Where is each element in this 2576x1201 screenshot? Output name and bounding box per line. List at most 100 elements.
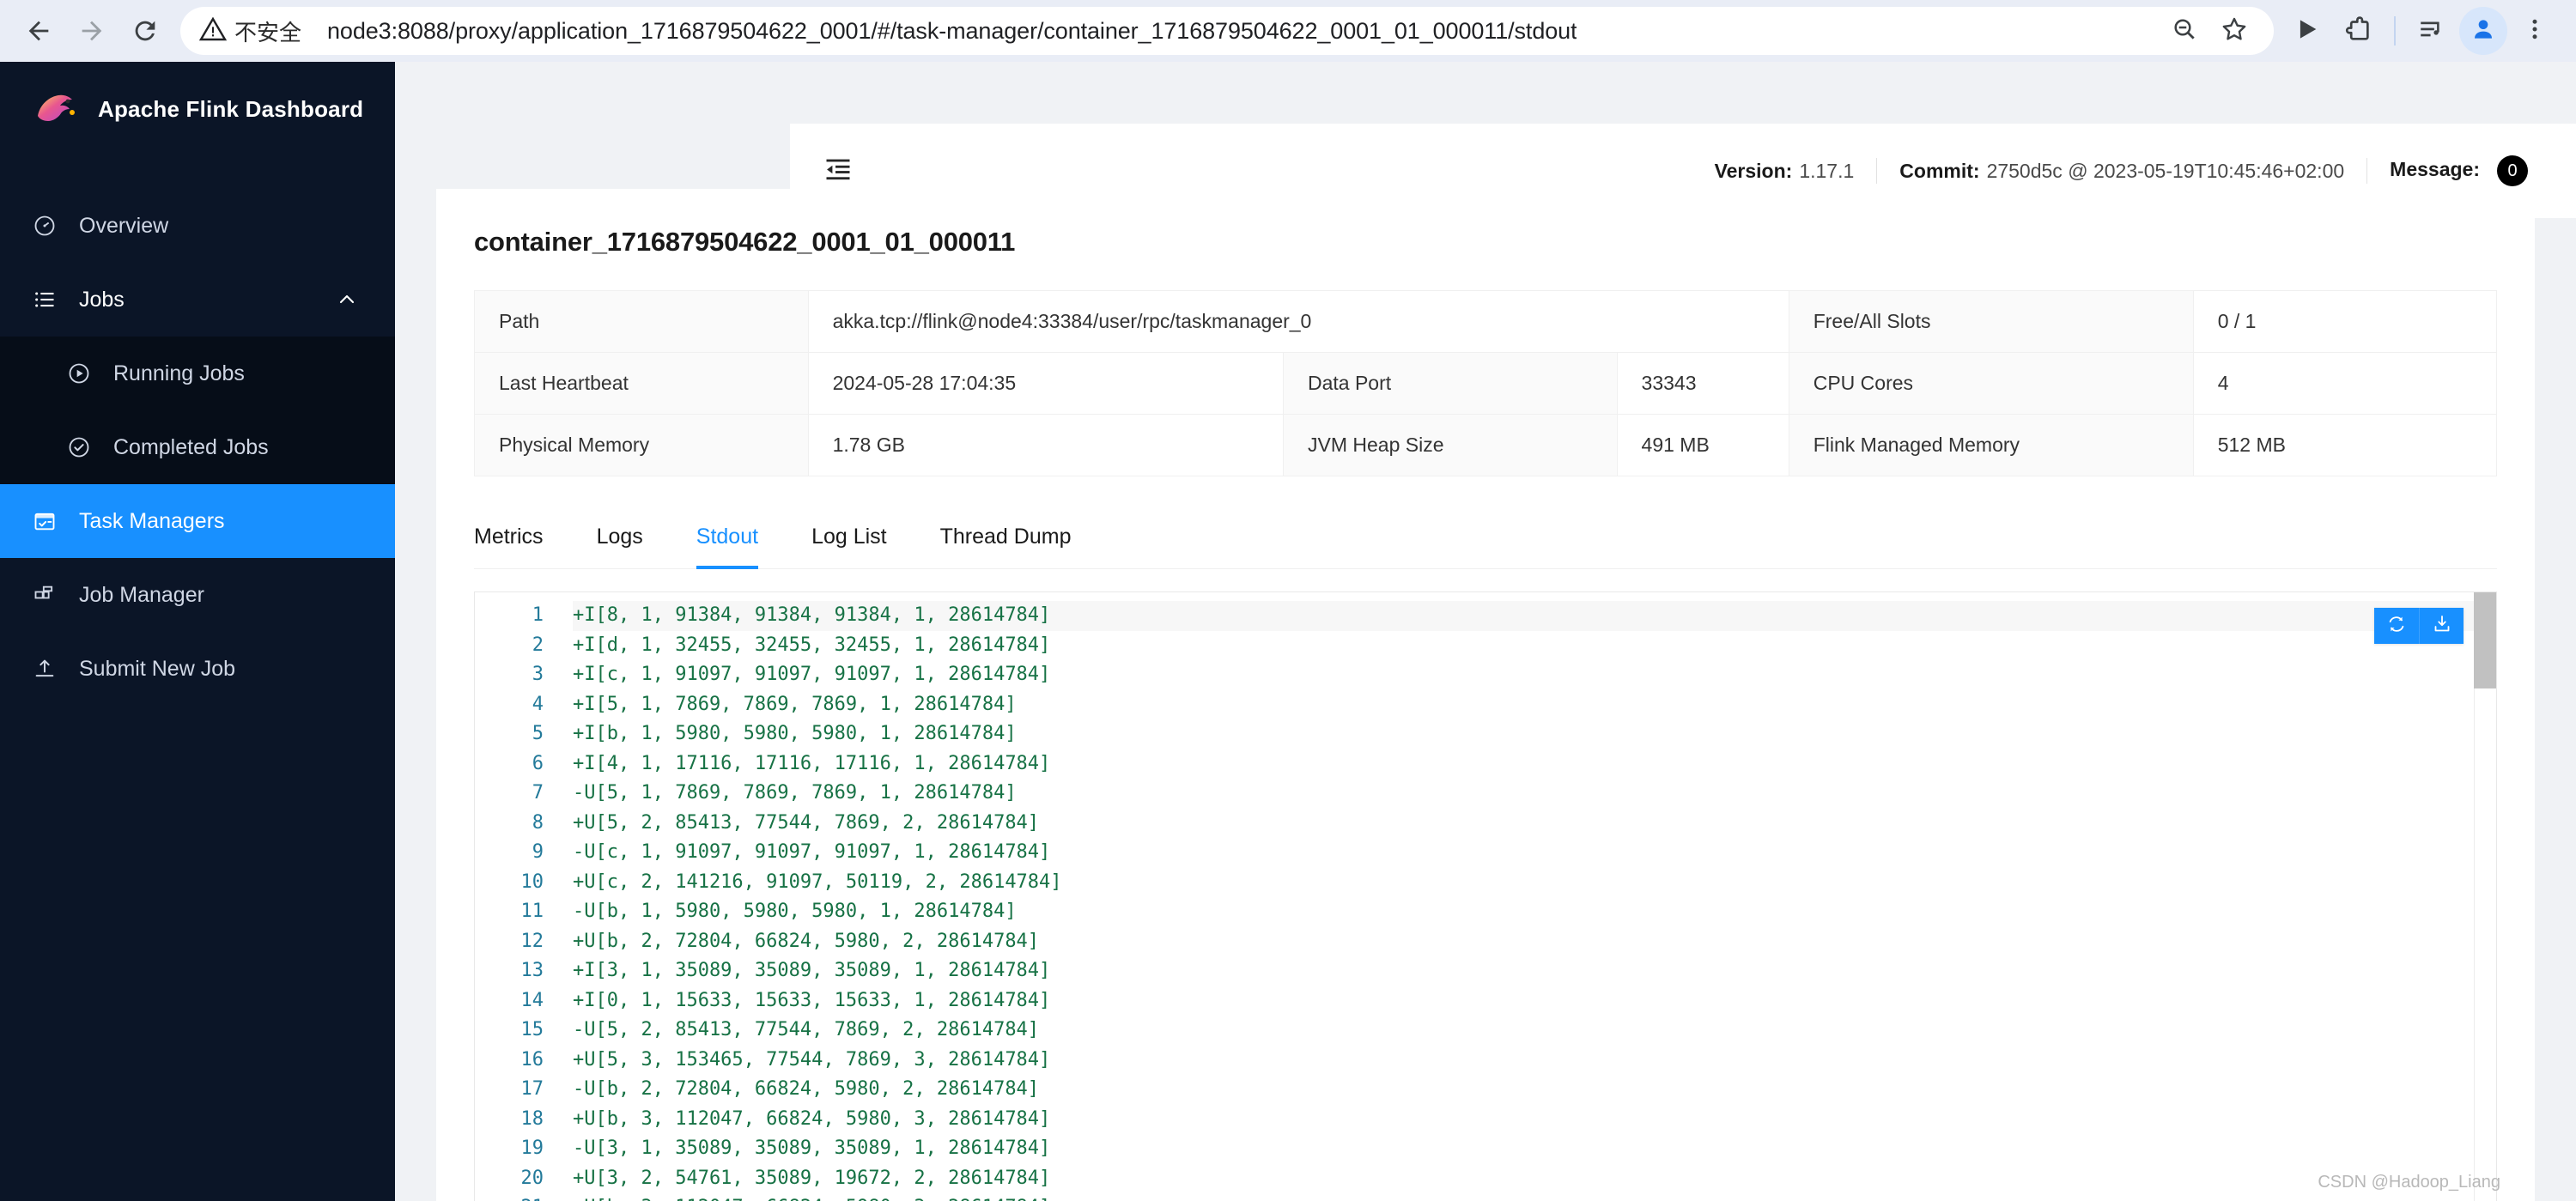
tab-log-list[interactable]: Log List <box>811 506 887 568</box>
log-line: -U[b, 1, 5980, 5980, 5980, 1, 28614784] <box>573 901 1017 922</box>
line-number: 20 <box>520 1167 544 1189</box>
info-value: 2024-05-28 17:04:35 <box>807 352 1284 415</box>
tab-logs[interactable]: Logs <box>597 506 643 568</box>
zoom-out-icon <box>2171 15 2198 47</box>
log-scrollbar[interactable] <box>2474 592 2496 1201</box>
main-content: Version: 1.17.1 Commit: 2750d5c @ 2023-0… <box>395 62 2576 1201</box>
sidebar-item-running-jobs[interactable]: Running Jobs <box>0 337 395 410</box>
tab-thread-dump[interactable]: Thread Dump <box>940 506 1072 568</box>
brand[interactable]: Apache Flink Dashboard <box>0 62 395 156</box>
line-number: 5 <box>532 723 544 744</box>
info-key: Free/All Slots <box>1788 290 2194 353</box>
line-number: 17 <box>520 1078 544 1100</box>
log-line: -U[b, 3, 112047, 66824, 5980, 3, 2861478… <box>573 1193 2496 1201</box>
security-indicator[interactable]: 不安全 <box>198 15 308 47</box>
jobs-submenu: Running Jobs Completed Jobs <box>0 337 395 484</box>
message-label: Message: <box>2390 157 2480 180</box>
line-number: 14 <box>520 989 544 1011</box>
flink-logo-icon <box>33 90 81 128</box>
play-button[interactable] <box>2282 7 2330 55</box>
security-label: 不安全 <box>234 19 302 45</box>
browser-toolbar: 不安全 node3:8088/proxy/application_1716879… <box>0 0 2576 62</box>
zoom-out-button[interactable] <box>2162 9 2207 53</box>
chrome-menu-button[interactable] <box>2511 7 2559 55</box>
info-value: 33343 <box>1616 352 1789 415</box>
line-number: 4 <box>532 693 544 715</box>
sidebar-item-label: Overview <box>79 213 169 238</box>
log-line: +I[4, 1, 17116, 17116, 17116, 1, 2861478… <box>573 752 1051 774</box>
profile-button[interactable] <box>2459 7 2507 55</box>
log-line: +U[5, 2, 85413, 77544, 7869, 2, 28614784… <box>573 811 1040 834</box>
forward-button[interactable] <box>65 4 118 58</box>
line-number: 18 <box>520 1107 544 1130</box>
back-button[interactable] <box>12 4 65 58</box>
forward-arrow-icon <box>77 16 106 45</box>
chevron-up-icon[interactable] <box>337 289 357 310</box>
log-toolbar <box>2374 608 2464 644</box>
message-info[interactable]: Message: 0 <box>2367 155 2550 186</box>
sidebar-item-label: Task Managers <box>79 508 225 533</box>
app-body: Apache Flink Dashboard Overview Jobs Run… <box>0 62 2576 1201</box>
refresh-button[interactable] <box>2374 608 2419 644</box>
detail-tabs: Metrics Logs Stdout Log List Thread Dump <box>474 506 2497 569</box>
line-number: 7 <box>532 782 544 804</box>
info-key: Flink Managed Memory <box>1788 414 2194 476</box>
tab-metrics[interactable]: Metrics <box>474 506 544 568</box>
task-manager-card: container_1716879504622_0001_01_000011 P… <box>436 189 2535 1201</box>
line-number: 10 <box>520 870 544 893</box>
log-line: +U[c, 2, 141216, 91097, 50119, 2, 286147… <box>573 870 1062 893</box>
reload-button[interactable] <box>118 4 172 58</box>
info-key: Last Heartbeat <box>474 352 809 415</box>
browser-actions <box>2282 7 2564 55</box>
task-manager-icon <box>33 509 57 533</box>
page-title: container_1716879504622_0001_01_000011 <box>474 227 1016 257</box>
sidebar-item-label: Job Manager <box>79 582 204 607</box>
url-text[interactable]: node3:8088/proxy/application_17168795046… <box>327 18 1577 45</box>
table-row: Physical Memory 1.78 GB JVM Heap Size 49… <box>474 414 2498 476</box>
menu-fold-button[interactable] <box>821 154 855 188</box>
tab-stdout[interactable]: Stdout <box>696 506 759 569</box>
log-line: -U[b, 2, 72804, 66824, 5980, 2, 28614784… <box>573 1078 1040 1100</box>
sidebar-item-completed-jobs[interactable]: Completed Jobs <box>0 410 395 484</box>
sidebar-item-job-manager[interactable]: Job Manager <box>0 558 395 632</box>
sidebar-item-jobs[interactable]: Jobs <box>0 263 395 337</box>
brand-title: Apache Flink Dashboard <box>98 95 364 122</box>
sidebar-item-submit-new-job[interactable]: Submit New Job <box>0 632 395 706</box>
log-line: +I[0, 1, 15633, 15633, 15633, 1, 2861478… <box>573 989 1051 1011</box>
task-manager-info-table: Path akka.tcp://flink@node4:33384/user/r… <box>474 290 2498 476</box>
log-content[interactable]: +I[8, 1, 91384, 91384, 91384, 1, 2861478… <box>557 592 2496 1201</box>
sidebar-item-overview[interactable]: Overview <box>0 189 395 263</box>
media-control-button[interactable] <box>2408 7 2456 55</box>
info-value: 1.78 GB <box>807 414 1284 476</box>
info-value: 512 MB <box>2192 414 2498 476</box>
toolbar-divider <box>2394 16 2396 45</box>
line-number: 13 <box>520 960 544 981</box>
info-value: 4 <box>2192 352 2498 415</box>
line-number: 15 <box>520 1019 544 1040</box>
log-scrollbar-thumb[interactable] <box>2474 592 2496 688</box>
log-line: +I[5, 1, 7869, 7869, 7869, 1, 28614784] <box>573 693 1017 715</box>
job-manager-icon <box>33 583 57 607</box>
info-key: Physical Memory <box>474 414 809 476</box>
media-playlist-icon <box>2417 15 2446 48</box>
info-value: 0 / 1 <box>2192 290 2498 353</box>
sidebar-item-label: Submit New Job <box>79 656 236 681</box>
bookmark-button[interactable] <box>2212 9 2257 53</box>
download-button[interactable] <box>2419 608 2464 644</box>
info-value: akka.tcp://flink@node4:33384/user/rpc/ta… <box>807 290 1789 353</box>
line-number: 11 <box>520 901 544 922</box>
commit-value: 2750d5c @ 2023-05-19T10:45:46+02:00 <box>1986 159 2345 182</box>
extensions-button[interactable] <box>2334 7 2382 55</box>
sidebar-item-task-managers[interactable]: Task Managers <box>0 484 395 558</box>
sidebar-nav: Overview Jobs Running Jobs Completed Job… <box>0 189 395 706</box>
list-icon <box>33 288 57 312</box>
info-key: Path <box>474 290 809 353</box>
version-value: 1.17.1 <box>1799 159 1855 182</box>
info-key: CPU Cores <box>1788 352 2194 415</box>
profile-avatar-icon <box>2470 15 2497 47</box>
log-line: +I[8, 1, 91384, 91384, 91384, 1, 2861478… <box>573 601 2496 631</box>
address-bar[interactable]: 不安全 node3:8088/proxy/application_1716879… <box>180 7 2274 55</box>
info-key: JVM Heap Size <box>1282 414 1618 476</box>
back-arrow-icon <box>24 16 53 45</box>
puzzle-icon <box>2343 15 2372 48</box>
